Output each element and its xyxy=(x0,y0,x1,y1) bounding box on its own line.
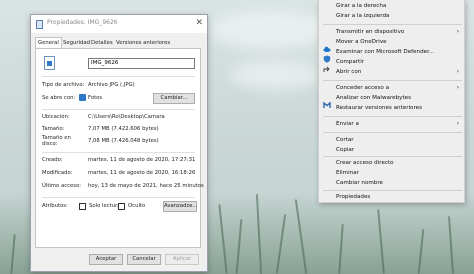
divider xyxy=(42,197,195,198)
created-label: Creado: xyxy=(42,157,63,163)
advanced-button[interactable]: Avanzados... xyxy=(163,201,198,212)
menu-item-restore-versions[interactable]: Restaurar versiones anteriores xyxy=(336,104,422,112)
share-icon xyxy=(323,58,331,72)
tab-security[interactable]: Seguridad xyxy=(61,38,92,48)
file-icon xyxy=(36,20,43,29)
photos-app-icon xyxy=(79,94,86,101)
modified-label: Modificado: xyxy=(42,170,73,176)
submenu-arrow-icon: › xyxy=(456,68,459,75)
apply-button[interactable]: Aplicar xyxy=(165,254,199,265)
dialog-title: Propiedades: IMG_9626 xyxy=(47,19,118,26)
created-value: martes, 11 de agosto de 2020, 17:27:31 xyxy=(88,157,196,163)
change-button[interactable]: Cambiar... xyxy=(153,93,195,104)
menu-separator xyxy=(323,24,462,25)
general-panel: IMG_9626 Tipo de archivo: Archivo JPG (.… xyxy=(35,48,204,248)
divider xyxy=(42,76,195,77)
menu-separator xyxy=(323,156,462,157)
last-access-value: hoy, 13 de mayo de 2021, hace 25 minutos xyxy=(88,183,204,189)
menu-item-grant-access[interactable]: Conceder acceso a xyxy=(336,84,389,92)
menu-item-scan-malwarebytes[interactable]: Analizar con Malwarebytes xyxy=(336,94,411,102)
tab-details[interactable]: Detalles xyxy=(89,38,115,48)
tab-previous-versions[interactable]: Versiones anteriores xyxy=(114,38,172,48)
hidden-label: Oculto xyxy=(128,203,146,209)
cancel-button[interactable]: Cancelar xyxy=(127,254,161,265)
ok-button[interactable]: Aceptar xyxy=(89,254,123,265)
tab-general[interactable]: General xyxy=(35,37,62,48)
size-value: 7,07 MB (7.422.606 bytes) xyxy=(88,126,159,132)
close-icon[interactable]: ✕ xyxy=(195,17,203,29)
desktop-cloud xyxy=(210,10,330,50)
last-access-label: Último acceso: xyxy=(42,183,82,189)
menu-item-move-to-onedrive[interactable]: Mover a OneDrive xyxy=(336,38,387,46)
submenu-arrow-icon: › xyxy=(456,84,459,91)
menu-item-properties[interactable]: Propiedades xyxy=(336,193,370,201)
menu-item-delete[interactable]: Eliminar xyxy=(336,169,359,177)
file-name-input[interactable]: IMG_9626 xyxy=(88,58,195,69)
defender-shield-icon xyxy=(323,48,331,63)
menu-separator xyxy=(323,116,462,117)
divider xyxy=(42,152,195,153)
dialog-titlebar[interactable]: Propiedades: IMG_9626 ✕ xyxy=(31,15,207,33)
menu-item-open-with[interactable]: Abrir con xyxy=(336,68,361,76)
menu-item-rotate-left[interactable]: Girar a la izquierda xyxy=(336,12,389,20)
menu-item-rotate-right[interactable]: Girar a la derecha xyxy=(336,2,386,10)
menu-separator xyxy=(323,80,462,81)
menu-item-create-shortcut[interactable]: Crear acceso directo xyxy=(336,159,394,167)
attributes-label: Atributos: xyxy=(42,203,68,209)
opens-with-label: Se abre con: xyxy=(42,95,76,101)
submenu-arrow-icon: › xyxy=(456,120,459,127)
menu-separator xyxy=(323,190,462,191)
file-type-value: Archivo JPG (.JPG) xyxy=(88,82,135,88)
hidden-checkbox[interactable] xyxy=(118,203,125,210)
menu-item-scan-defender[interactable]: Examinar con Microsoft Defender... xyxy=(336,48,434,56)
file-type-label: Tipo de archivo: xyxy=(42,82,85,88)
menu-item-cut[interactable]: Cortar xyxy=(336,136,354,144)
menu-item-rename[interactable]: Cambiar nombre xyxy=(336,179,383,187)
menu-item-share[interactable]: Compartir xyxy=(336,58,364,66)
size-label: Tamaño: xyxy=(42,126,65,132)
onedrive-icon xyxy=(323,38,331,52)
properties-dialog: Propiedades: IMG_9626 ✕ General Segurida… xyxy=(30,14,208,272)
desktop-cloud xyxy=(230,60,320,90)
location-label: Ubicación: xyxy=(42,114,70,120)
opens-with-value: Fotos xyxy=(88,95,103,101)
size-on-disk-value: 7,08 MB (7.426.048 bytes) xyxy=(88,138,159,144)
submenu-arrow-icon: › xyxy=(456,28,459,35)
menu-item-copy[interactable]: Copiar xyxy=(336,146,354,154)
modified-value: martes, 11 de agosto de 2020, 16:18:26 xyxy=(88,170,196,176)
image-file-icon xyxy=(44,56,55,70)
malwarebytes-icon xyxy=(323,94,331,108)
divider xyxy=(42,109,195,110)
menu-separator xyxy=(323,132,462,133)
menu-item-cast[interactable]: Transmitir en dispositivo xyxy=(336,28,404,36)
readonly-checkbox[interactable] xyxy=(79,203,86,210)
context-menu: Girar a la derecha Girar a la izquierda … xyxy=(318,0,465,203)
menu-item-send-to[interactable]: Enviar a xyxy=(336,120,359,128)
location-value: C:\Users\Ro\Desktop\Camara xyxy=(88,114,165,120)
readonly-label: Solo lectura xyxy=(89,203,121,209)
size-on-disk-label: Tamaño en disco: xyxy=(42,135,71,147)
